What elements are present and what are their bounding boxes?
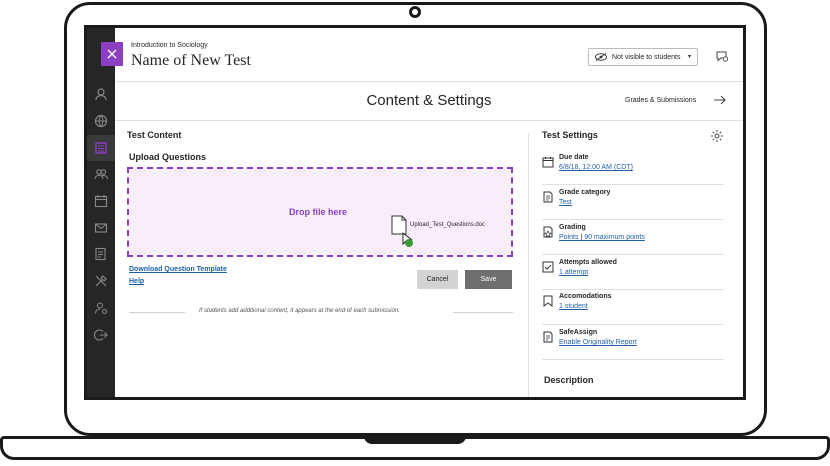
document-icon: [543, 191, 553, 203]
people-icon[interactable]: [94, 167, 108, 181]
grading-values: Points | 90 maximum points: [559, 234, 645, 241]
checkbox-icon: [542, 261, 554, 273]
mail-icon[interactable]: [94, 221, 108, 235]
submission-note: If students add additional content, it a…: [199, 308, 400, 314]
setting-grading: Grading Points | 90 maximum points: [542, 224, 724, 255]
signout-icon[interactable]: [94, 328, 108, 342]
cancel-button[interactable]: Cancel: [417, 270, 458, 289]
arrow-right-icon[interactable]: [713, 93, 727, 107]
download-template-link[interactable]: Download Question Template: [129, 266, 227, 273]
setting-label: Grading: [559, 224, 586, 231]
file-dropzone[interactable]: Drop file here Upload_Test_Questions.doc: [127, 167, 513, 257]
notes-icon[interactable]: [94, 247, 108, 261]
laptop-notch: [364, 436, 466, 444]
setting-accommodations: Accomodations 1 student: [542, 293, 724, 325]
subheader: Content & Settings Grades & Submissions: [115, 82, 743, 121]
test-title[interactable]: Name of New Test: [131, 52, 251, 70]
globe-icon[interactable]: [94, 114, 108, 128]
grades-submissions-link[interactable]: Grades & Submissions: [625, 97, 696, 104]
setting-safeassign: SafeAssign Enable Originality Report: [542, 329, 724, 360]
course-name[interactable]: Introduction to Sociology: [131, 42, 208, 49]
sidebar: [87, 28, 115, 397]
test-content-heading: Test Content: [127, 130, 182, 140]
description-heading: Description: [544, 375, 594, 385]
upload-questions-heading: Upload Questions: [129, 152, 207, 162]
safeassign-icon: [543, 331, 553, 343]
person-icon[interactable]: [94, 87, 108, 101]
calendar-icon: [542, 157, 554, 168]
camera-icon: [409, 6, 421, 18]
chevron-down-icon: ▾: [687, 54, 691, 60]
grading-icon: [543, 226, 553, 238]
originality-report-link[interactable]: Enable Originality Report: [559, 339, 637, 346]
laptop-screen: Introduction to Sociology Name of New Te…: [84, 25, 746, 400]
test-settings-heading: Test Settings: [542, 130, 598, 140]
user-settings-icon[interactable]: [94, 301, 108, 315]
save-button[interactable]: Save: [465, 270, 512, 289]
divider: [453, 312, 513, 313]
header: Introduction to Sociology Name of New Te…: [101, 28, 743, 82]
visibility-label: Not visible to students: [612, 53, 681, 61]
calendar-book-icon[interactable]: [94, 141, 108, 155]
bookmark-icon: [543, 295, 553, 307]
gear-icon[interactable]: [710, 129, 724, 143]
visibility-select[interactable]: Not visible to students ▾: [588, 48, 698, 66]
eye-slash-icon: [595, 53, 607, 61]
help-link[interactable]: Help: [129, 278, 144, 285]
test-icon: [101, 42, 123, 66]
setting-label: Due date: [559, 154, 589, 161]
setting-label: SafeAssign: [559, 329, 598, 336]
setting-grade-category: Grade category Test: [542, 189, 724, 220]
grading-points-link[interactable]: Points: [559, 234, 578, 241]
tools-icon[interactable]: [94, 274, 108, 288]
attempts-link[interactable]: 1 attempt: [559, 269, 588, 276]
test-settings-panel: Test Settings Due date 6/8/18, 12:00 AM …: [530, 121, 742, 397]
app-main: Introduction to Sociology Name of New Te…: [101, 28, 743, 397]
setting-label: Accomodations: [559, 293, 612, 300]
setting-label: Grade category: [559, 189, 611, 196]
divider: [129, 312, 185, 313]
drop-file-text: Drop file here: [289, 207, 348, 217]
accommodations-link[interactable]: 1 student: [559, 303, 588, 310]
panel-divider: [528, 133, 529, 397]
grade-category-link[interactable]: Test: [559, 199, 572, 206]
dragged-file-name: Upload_Test_Questions.doc: [410, 222, 486, 228]
check-icon: [405, 239, 413, 247]
message-settings-icon[interactable]: [715, 49, 729, 63]
due-date-link[interactable]: 6/8/18, 12:00 AM (CDT): [559, 164, 633, 171]
setting-label: Attempts allowed: [559, 259, 617, 266]
calendar-icon[interactable]: [94, 194, 108, 208]
max-points-link[interactable]: 90 maximum points: [584, 234, 645, 241]
setting-attempts: Attempts allowed 1 attempt: [542, 259, 724, 290]
test-content-panel: Test Content Upload Questions Drop file …: [115, 121, 523, 397]
setting-due-date: Due date 6/8/18, 12:00 AM (CDT): [542, 154, 724, 185]
